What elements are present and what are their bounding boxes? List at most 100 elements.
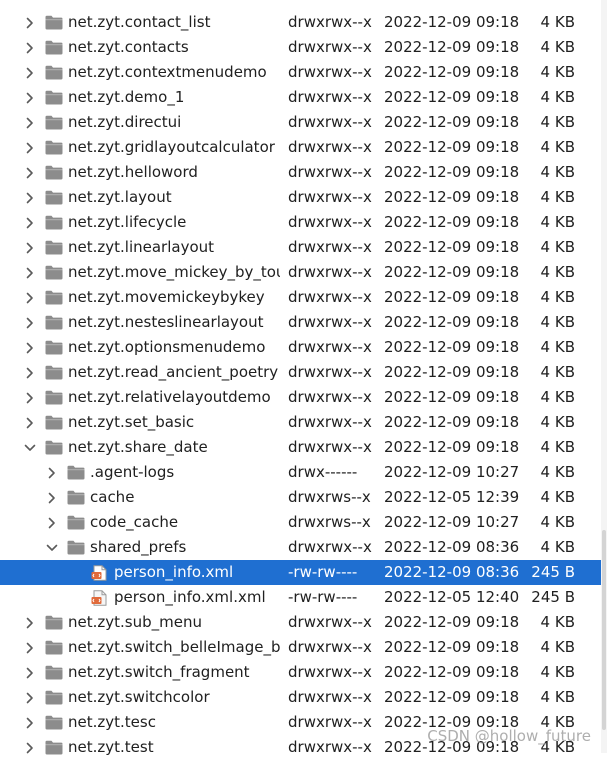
chevron-right-icon[interactable] (24, 135, 36, 160)
item-permissions: drwxrwx--x (288, 13, 372, 31)
chevron-right-icon[interactable] (24, 385, 36, 410)
tree-folder-row[interactable]: net.zyt.lifecycle drwxrwx--x 2022-12-09 09… (0, 210, 601, 235)
folder-icon (45, 40, 63, 55)
item-permissions: drwxrwx--x (288, 238, 372, 256)
tree-folder-row[interactable]: net.zyt.switch_fragment drwxrwx--x 2022-12… (0, 660, 601, 685)
tree-folder-row[interactable]: net.zyt.nesteslinearlayout drwxrwx--x 2022… (0, 310, 601, 335)
folder-icon (45, 215, 63, 230)
chevron-right-icon[interactable] (24, 735, 36, 760)
item-name: net.zyt.test (68, 738, 154, 756)
item-permissions: drwxrwx--x (288, 113, 372, 131)
tree-folder-row[interactable]: net.zyt.switch_belleImage_by drwxrwx--x 20… (0, 635, 601, 660)
item-size: 4 KB (540, 263, 575, 281)
chevron-right-icon[interactable] (46, 460, 58, 485)
scrollbar-thumb[interactable] (602, 530, 606, 730)
item-size: 4 KB (540, 213, 575, 231)
item-date: 2022-12-09 09:18 (384, 213, 520, 231)
tree-folder-row[interactable]: net.zyt.move_mickey_by_tou drwxrwx--x 2022… (0, 260, 601, 285)
folder-icon (45, 65, 63, 80)
chevron-right-icon[interactable] (24, 210, 36, 235)
chevron-right-icon[interactable] (24, 710, 36, 735)
chevron-right-icon[interactable] (24, 685, 36, 710)
item-permissions: drwxrwx--x (288, 363, 372, 381)
tree-folder-row[interactable]: net.zyt.read_ancient_poetry drwxrwx--x 202… (0, 360, 601, 385)
folder-icon (67, 465, 85, 480)
chevron-right-icon[interactable] (24, 160, 36, 185)
item-date: 2022-12-09 09:18 (384, 188, 520, 206)
item-size: 4 KB (540, 163, 575, 181)
item-date: 2022-12-09 09:18 (384, 313, 520, 331)
item-name: net.zyt.contacts (68, 38, 189, 56)
chevron-right-icon[interactable] (24, 360, 36, 385)
tree-folder-row[interactable]: net.zyt.switchcolor drwxrwx--x 2022-12-09 … (0, 685, 601, 710)
tree-folder-row[interactable]: net.zyt.gridlayoutcalculator drwxrwx--x 20… (0, 135, 601, 160)
chevron-right-icon[interactable] (24, 85, 36, 110)
chevron-right-icon[interactable] (24, 635, 36, 660)
item-name: net.zyt.switch_belleImage_by (68, 638, 280, 656)
item-date: 2022-12-05 12:40 (384, 588, 520, 606)
folder-icon (45, 390, 63, 405)
chevron-right-icon[interactable] (24, 235, 36, 260)
item-size: 245 B (531, 588, 575, 606)
chevron-right-icon[interactable] (24, 260, 36, 285)
folder-icon (45, 115, 63, 130)
chevron-right-icon[interactable] (46, 510, 58, 535)
item-permissions: drwxrwx--x (288, 263, 372, 281)
tree-file-row[interactable]: person_info.xml -rw-rw---- 2022-12-09 08:3… (0, 560, 601, 585)
chevron-right-icon[interactable] (24, 410, 36, 435)
item-permissions: drwxrwx--x (288, 213, 372, 231)
tree-folder-row[interactable]: net.zyt.demo_1 drwxrwx--x 2022-12-09 09:18… (0, 85, 601, 110)
chevron-down-icon[interactable] (46, 535, 58, 560)
chevron-right-icon[interactable] (24, 185, 36, 210)
chevron-right-icon[interactable] (46, 485, 58, 510)
tree-folder-row[interactable]: net.zyt.movemickeybykey drwxrwx--x 2022-12… (0, 285, 601, 310)
chevron-right-icon[interactable] (24, 10, 36, 35)
item-name: net.zyt.relativelayoutdemo (68, 388, 271, 406)
tree-file-row[interactable]: person_info.xml.xml -rw-rw---- 2022-12-05 … (0, 585, 601, 610)
tree-folder-row[interactable]: net.zyt.linearlayout drwxrwx--x 2022-12-09… (0, 235, 601, 260)
chevron-right-icon[interactable] (24, 310, 36, 335)
tree-folder-row[interactable]: net.zyt.sub_menu drwxrwx--x 2022-12-09 09:… (0, 610, 601, 635)
tree-folder-row[interactable]: net.zyt.contact_list drwxrwx--x 2022-12-09… (0, 10, 601, 35)
chevron-right-icon[interactable] (24, 60, 36, 85)
item-size: 4 KB (540, 188, 575, 206)
tree-folder-row[interactable]: net.zyt.optionsmenudemo drwxrwx--x 2022-12… (0, 335, 601, 360)
tree-folder-row[interactable]: net.zyt.contacts drwxrwx--x 2022-12-09 09:… (0, 35, 601, 60)
scrollbar-track[interactable] (601, 0, 607, 753)
item-permissions: drwxrwx--x (288, 138, 372, 156)
chevron-right-icon[interactable] (24, 610, 36, 635)
item-name: net.zyt.helloword (68, 163, 198, 181)
tree-folder-row[interactable]: net.zyt.relativelayoutdemo drwxrwx--x 2022… (0, 385, 601, 410)
tree-folder-row[interactable]: net.zyt.set_basic drwxrwx--x 2022-12-09 09… (0, 410, 601, 435)
folder-icon (45, 290, 63, 305)
tree-folder-row[interactable]: net.zyt.share_date drwxrwx--x 2022-12-09 0… (0, 435, 601, 460)
item-permissions: drwxrwx--x (288, 638, 372, 656)
chevron-right-icon[interactable] (24, 335, 36, 360)
folder-icon (45, 240, 63, 255)
item-permissions: drwxrwx--x (288, 613, 372, 631)
item-name: net.zyt.sub_menu (68, 613, 202, 631)
item-permissions: drwxrwx--x (288, 538, 372, 556)
item-size: 4 KB (540, 88, 575, 106)
tree-folder-row[interactable]: code_cache drwxrws--x 2022-12-09 10:27 4 KB (0, 510, 601, 535)
item-permissions: drwxrwx--x (288, 738, 372, 756)
tree-folder-row[interactable]: net.zyt.layout drwxrwx--x 2022-12-09 09:18… (0, 185, 601, 210)
chevron-right-icon[interactable] (24, 660, 36, 685)
tree-folder-row[interactable]: .agent-logs drwx------ 2022-12-09 10:27 4 K… (0, 460, 601, 485)
tree-folder-row[interactable]: net.zyt.directui drwxrwx--x 2022-12-09 09:… (0, 110, 601, 135)
item-name: net.zyt.read_ancient_poetry (68, 363, 279, 381)
tree-folder-row[interactable]: cache drwxrws--x 2022-12-05 12:39 4 KB (0, 485, 601, 510)
item-size: 4 KB (540, 688, 575, 706)
item-size: 4 KB (540, 138, 575, 156)
chevron-right-icon[interactable] (24, 35, 36, 60)
chevron-right-icon[interactable] (24, 285, 36, 310)
item-date: 2022-12-09 09:18 (384, 88, 520, 106)
folder-icon (45, 265, 63, 280)
chevron-down-icon[interactable] (24, 435, 36, 460)
tree-folder-row[interactable]: net.zyt.helloword drwxrwx--x 2022-12-09 09… (0, 160, 601, 185)
tree-folder-row[interactable]: shared_prefs drwxrwx--x 2022-12-09 08:36 4 … (0, 535, 601, 560)
item-date: 2022-12-09 09:18 (384, 288, 520, 306)
item-date: 2022-12-09 09:18 (384, 38, 520, 56)
tree-folder-row[interactable]: net.zyt.contextmenudemo drwxrwx--x 2022-12… (0, 60, 601, 85)
chevron-right-icon[interactable] (24, 110, 36, 135)
